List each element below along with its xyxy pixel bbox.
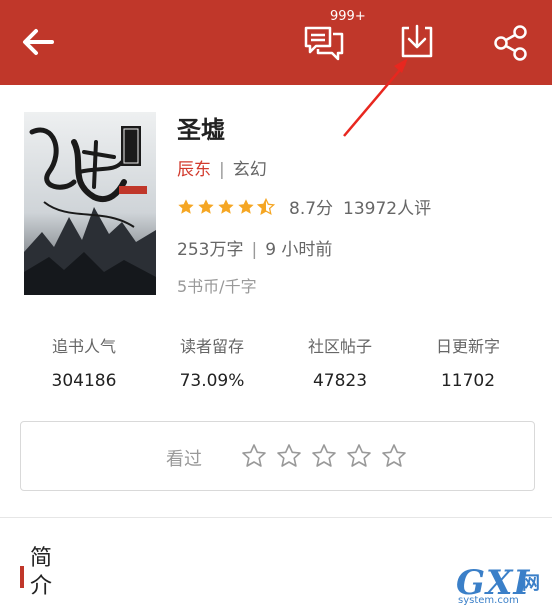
- star-outline-icon[interactable]: [346, 443, 372, 469]
- review-count[interactable]: 13972人评: [343, 194, 431, 219]
- stat-popularity: 追书人气 304186: [20, 333, 148, 391]
- star-half-icon: [257, 197, 275, 215]
- stat-daily-words: 日更新字 11702: [404, 333, 532, 391]
- star-full-icon: [238, 198, 254, 214]
- star-full-icon: [218, 198, 234, 214]
- stat-retention: 读者留存 73.09%: [148, 333, 276, 391]
- stat-value: 73.09%: [179, 371, 245, 391]
- star-outline-icon[interactable]: [241, 443, 267, 469]
- author-category-line: 辰东 | 玄幻: [177, 155, 267, 180]
- category-label[interactable]: 玄幻: [233, 160, 267, 180]
- rate-stars: [241, 443, 407, 469]
- intro-heading: 简介: [30, 546, 53, 599]
- separator: |: [219, 160, 225, 180]
- stat-value: 47823: [312, 371, 368, 391]
- rating-stars: [177, 197, 275, 216]
- rate-box[interactable]: 看过: [20, 421, 535, 491]
- wordcount-update-line: 253万字 | 9 小时前: [177, 235, 332, 260]
- book-title: 圣墟: [177, 116, 225, 144]
- price: 5书币/千字: [177, 277, 257, 296]
- update-time: 9 小时前: [265, 240, 333, 260]
- rating-row: 8.7分 13972人评: [177, 194, 431, 219]
- star-outline-icon[interactable]: [311, 443, 337, 469]
- share-icon[interactable]: [490, 22, 532, 64]
- comment-count-badge: 999+: [330, 9, 366, 24]
- watermark-domain: system.com: [458, 595, 519, 606]
- star-outline-icon[interactable]: [276, 443, 302, 469]
- score: 8.7分: [289, 199, 334, 219]
- comments-icon[interactable]: [302, 22, 346, 62]
- stat-label: 追书人气: [51, 337, 116, 356]
- star-outline-icon[interactable]: [381, 443, 407, 469]
- watermark-logo: GXI 网 system.com: [452, 563, 552, 608]
- book-cover[interactable]: [24, 112, 156, 295]
- rate-label: 看过: [166, 449, 202, 470]
- section-divider: [0, 517, 552, 518]
- section-accent-bar: [20, 566, 24, 588]
- stats-row: 追书人气 304186 读者留存 73.09% 社区帖子 47823 日更新字 …: [20, 333, 532, 391]
- stat-value: 11702: [440, 371, 496, 391]
- stat-value: 304186: [51, 371, 117, 391]
- top-bar: 999+: [0, 0, 552, 85]
- word-count: 253万字: [177, 240, 244, 260]
- back-arrow-icon[interactable]: [18, 22, 58, 62]
- watermark-cn: 网: [522, 573, 540, 594]
- stat-label: 读者留存: [179, 337, 244, 356]
- stat-label: 社区帖子: [307, 337, 372, 356]
- star-full-icon: [178, 198, 194, 214]
- separator: |: [251, 240, 258, 260]
- author-link[interactable]: 辰东: [177, 160, 211, 180]
- stat-posts: 社区帖子 47823: [276, 333, 404, 391]
- stat-label: 日更新字: [435, 337, 500, 356]
- download-icon[interactable]: [396, 20, 438, 62]
- star-full-icon: [198, 198, 214, 214]
